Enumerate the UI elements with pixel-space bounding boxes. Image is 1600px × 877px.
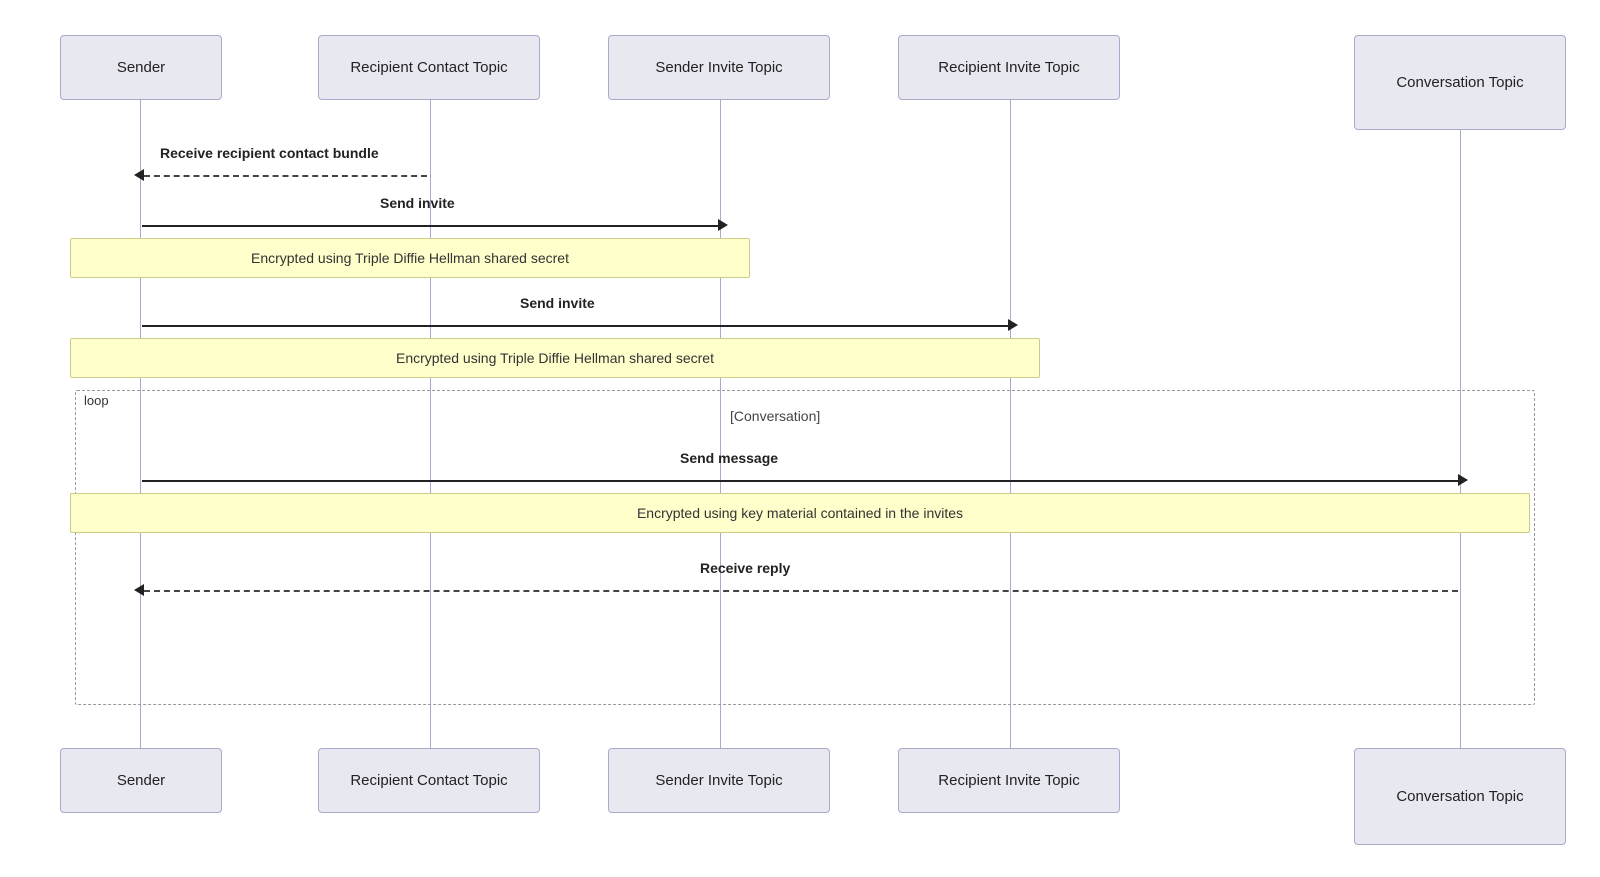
arrowhead-send-invite-2 (1008, 319, 1018, 331)
actor-conversation-bottom: Conversation Topic (1354, 748, 1566, 845)
actor-recipient-contact-bottom: Recipient Contact Topic (318, 748, 540, 813)
msg-label-receive-bundle: Receive recipient contact bundle (160, 145, 379, 161)
actor-sender-top: Sender (60, 35, 222, 100)
arrow-send-invite-2 (142, 325, 1008, 327)
msg-label-receive-reply: Receive reply (700, 560, 790, 576)
actor-recipient-invite-bottom: Recipient Invite Topic (898, 748, 1120, 813)
msg-label-send-message: Send message (680, 450, 778, 466)
loop-condition: [Conversation] (730, 408, 820, 424)
actor-sender-invite-top: Sender Invite Topic (608, 35, 830, 100)
arrowhead-send-invite-1 (718, 219, 728, 231)
arrow-send-invite-1 (142, 225, 718, 227)
note-encrypted-1: Encrypted using Triple Diffie Hellman sh… (70, 238, 750, 278)
arrowhead-receive-bundle (134, 169, 144, 181)
loop-frame (75, 390, 1535, 705)
note-encrypted-msg: Encrypted using key material contained i… (70, 493, 1530, 533)
arrow-receive-reply (144, 590, 1458, 592)
msg-label-send-invite-1: Send invite (380, 195, 455, 211)
actor-sender-bottom: Sender (60, 748, 222, 813)
arrow-receive-bundle (144, 175, 427, 177)
msg-label-send-invite-2: Send invite (520, 295, 595, 311)
note-encrypted-2: Encrypted using Triple Diffie Hellman sh… (70, 338, 1040, 378)
actor-recipient-invite-top: Recipient Invite Topic (898, 35, 1120, 100)
arrowhead-receive-reply (134, 584, 144, 596)
actor-conversation-top: Conversation Topic (1354, 35, 1566, 130)
arrow-send-message (142, 480, 1458, 482)
arrowhead-send-message (1458, 474, 1468, 486)
sequence-diagram: Sender Recipient Contact Topic Sender In… (0, 0, 1600, 877)
actor-recipient-contact-top: Recipient Contact Topic (318, 35, 540, 100)
actor-sender-invite-bottom: Sender Invite Topic (608, 748, 830, 813)
loop-label: loop (80, 393, 113, 408)
